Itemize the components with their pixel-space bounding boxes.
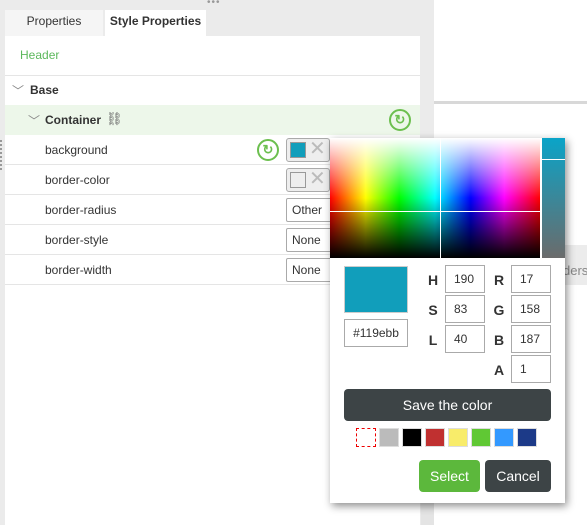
b-label: B — [493, 332, 505, 348]
l-input[interactable]: 40 — [445, 325, 485, 353]
palette-swatch[interactable] — [471, 428, 491, 447]
reset-icon[interactable]: ↻ — [389, 109, 411, 131]
g-label: G — [493, 302, 505, 318]
property-label: border-color — [45, 173, 110, 187]
tab-style-properties[interactable]: Style Properties — [105, 10, 206, 36]
palette-swatch[interactable] — [448, 428, 468, 447]
border-radius-select[interactable]: Other — [286, 198, 336, 222]
divider — [434, 101, 587, 104]
palette-swatch[interactable] — [379, 428, 399, 447]
color-picker-button[interactable]: ✕ — [286, 168, 330, 192]
divider — [5, 75, 420, 76]
property-label: border-style — [45, 233, 109, 247]
a-label: A — [493, 362, 505, 378]
group-container-label: Container — [45, 113, 102, 127]
border-style-select[interactable]: None — [286, 228, 336, 252]
chevron-down-icon[interactable]: ﹀ — [12, 82, 24, 99]
crosshair-vertical — [440, 138, 441, 258]
tab-borders-partial[interactable]: ders — [563, 263, 587, 278]
g-input[interactable]: 158 — [511, 295, 551, 323]
palette-swatch[interactable] — [425, 428, 445, 447]
header-link[interactable]: Header — [20, 48, 59, 62]
clear-icon[interactable]: ✕ — [309, 165, 326, 193]
chevron-down-icon[interactable]: ﹀ — [28, 112, 40, 129]
color-picker-button[interactable]: ✕ — [286, 138, 330, 162]
saturation-lightness-area[interactable] — [330, 138, 540, 258]
s-label: S — [428, 302, 438, 318]
color-preview — [344, 266, 408, 313]
palette-swatch[interactable] — [517, 428, 537, 447]
s-input[interactable]: 83 — [445, 295, 485, 323]
palette-swatch[interactable] — [402, 428, 422, 447]
saturation-slider[interactable] — [542, 138, 565, 258]
l-label: L — [428, 332, 438, 348]
a-input[interactable]: 1 — [511, 355, 551, 383]
property-label: background — [45, 143, 108, 157]
save-color-button[interactable]: Save the color — [344, 389, 551, 421]
reset-icon[interactable]: ↻ — [257, 139, 279, 161]
palette-swatch[interactable] — [356, 428, 376, 447]
crosshair-horizontal — [330, 211, 540, 212]
border-width-select[interactable]: None — [286, 258, 336, 282]
section-base[interactable]: Base — [30, 83, 59, 97]
r-input[interactable]: 17 — [511, 265, 551, 293]
palette-swatch[interactable] — [494, 428, 514, 447]
select-button[interactable]: Select — [419, 460, 480, 492]
clear-icon[interactable]: ✕ — [309, 135, 326, 163]
property-label: border-radius — [45, 203, 117, 217]
cancel-button[interactable]: Cancel — [485, 460, 551, 492]
h-label: H — [427, 272, 439, 288]
h-input[interactable]: 190 — [445, 265, 485, 293]
tab-properties[interactable]: Properties — [5, 10, 103, 36]
slider-marker[interactable] — [542, 159, 565, 160]
color-picker-popup: #119ebb H 190 S 83 L 40 R 17 G 158 B 187… — [330, 138, 565, 503]
drag-handle[interactable]: ••• — [207, 0, 221, 8]
resize-handle[interactable] — [0, 140, 4, 170]
hex-input[interactable]: #119ebb — [344, 319, 408, 347]
b-input[interactable]: 187 — [511, 325, 551, 353]
r-label: R — [493, 272, 505, 288]
unlink-icon[interactable]: ⛓ — [106, 111, 123, 127]
property-label: border-width — [45, 263, 112, 277]
